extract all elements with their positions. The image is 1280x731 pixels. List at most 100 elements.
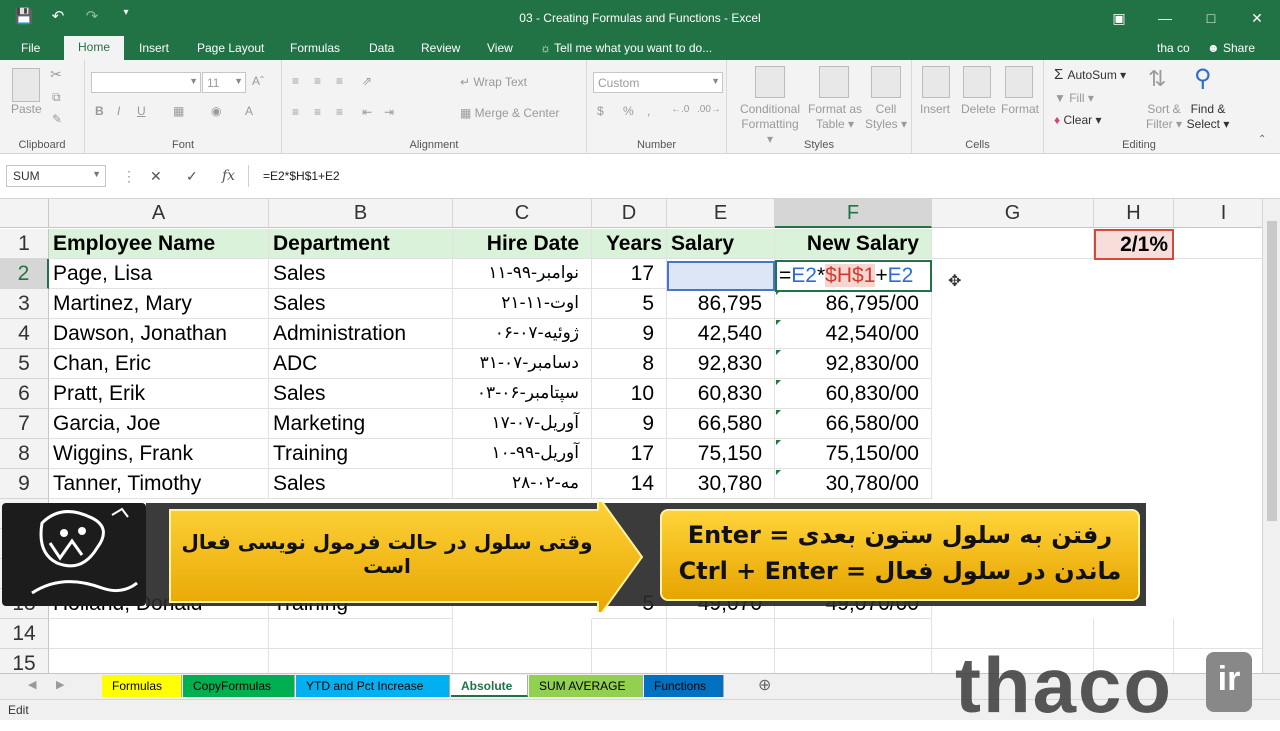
cell-d15[interactable] <box>592 649 667 673</box>
cell-c6[interactable]: ۰۳-سپتامبر-۰۶ <box>453 379 592 409</box>
cell-i1[interactable] <box>1174 229 1262 259</box>
cell-d4[interactable]: 9 <box>592 319 667 349</box>
cell-b4[interactable]: Administration <box>269 319 453 349</box>
sheet-tab-absolute[interactable]: Absolute <box>451 675 528 697</box>
percent-icon[interactable]: % <box>623 104 634 118</box>
format-button[interactable]: Format <box>1001 102 1039 116</box>
orientation-icon[interactable]: ⇗ <box>362 74 372 88</box>
cell-a15[interactable] <box>49 649 269 673</box>
enter-check-icon[interactable]: ✓ <box>186 168 198 185</box>
sort-filter-button[interactable]: Sort & Filter ▾ <box>1144 102 1184 132</box>
cell-d5[interactable]: 8 <box>592 349 667 379</box>
cell-e9[interactable]: 30,780 <box>667 469 775 499</box>
tab-formulas[interactable]: Formulas <box>290 41 340 55</box>
cell-f7[interactable]: 66,580/00 <box>775 409 932 439</box>
cell-f1[interactable]: New Salary <box>775 229 932 259</box>
wrap-text-button[interactable]: ↵ Wrap Text <box>460 75 527 89</box>
column-header-a[interactable]: A <box>49 199 269 228</box>
cell-e3[interactable]: 86,795 <box>667 289 775 319</box>
cell-a14[interactable] <box>49 619 269 649</box>
new-sheet-button[interactable]: ⊕ <box>758 675 771 695</box>
cell-c3[interactable]: ۲۱-اوت-۱۱ <box>453 289 592 319</box>
paste-icon[interactable] <box>12 68 40 102</box>
cell-b9[interactable]: Sales <box>269 469 453 499</box>
cell-d14[interactable] <box>592 619 667 649</box>
align-bottom-icon[interactable]: ≡ <box>336 74 343 88</box>
column-header-h[interactable]: H <box>1094 199 1174 228</box>
close-button[interactable]: ✕ <box>1234 0 1280 36</box>
cell-d6[interactable]: 10 <box>592 379 667 409</box>
cell-c5[interactable]: ۳۱-دسامبر-۰۷ <box>453 349 592 379</box>
cell-d2[interactable]: 17 <box>592 259 667 289</box>
cell-e6[interactable]: 60,830 <box>667 379 775 409</box>
align-middle-icon[interactable]: ≡ <box>314 74 321 88</box>
cell-c9[interactable]: ۲۸-مه-۰۲ <box>453 469 592 499</box>
bold-icon[interactable]: B <box>95 104 104 118</box>
insert-function-icon[interactable]: fx <box>222 168 235 184</box>
name-box[interactable]: SUM ▼ <box>6 165 106 187</box>
row-header-4[interactable]: 4 <box>0 319 49 349</box>
column-header-d[interactable]: D <box>592 199 667 228</box>
collapse-ribbon-icon[interactable]: ⌃ <box>1258 134 1266 145</box>
cell-f5[interactable]: 92,830/00 <box>775 349 932 379</box>
font-name-combo[interactable]: ▼ <box>91 72 201 93</box>
sheet-tab-functions[interactable]: Functions <box>644 675 724 697</box>
cell-b5[interactable]: ADC <box>269 349 453 379</box>
tab-page-layout[interactable]: Page Layout <box>197 41 264 55</box>
ribbon-display-icon[interactable]: ▣ <box>1096 0 1142 36</box>
cell-a4[interactable]: Dawson, Jonathan <box>49 319 269 349</box>
align-top-icon[interactable]: ≡ <box>292 74 299 88</box>
row-header-2[interactable]: 2 <box>0 259 49 289</box>
column-header-b[interactable]: B <box>269 199 453 228</box>
cell-c15[interactable] <box>453 649 592 673</box>
row-header-3[interactable]: 3 <box>0 289 49 319</box>
cell-c8[interactable]: ۱۰-آوریل-۹۹ <box>453 439 592 469</box>
format-painter-icon[interactable]: ✎ <box>52 112 62 126</box>
cell-b3[interactable]: Sales <box>269 289 453 319</box>
underline-icon[interactable]: U <box>137 104 146 118</box>
cell-b7[interactable]: Marketing <box>269 409 453 439</box>
cell-styles-button[interactable]: Cell Styles ▾ <box>863 102 909 132</box>
format-as-table-button[interactable]: Format as Table ▾ <box>807 102 863 132</box>
row-header-15[interactable]: 15 <box>0 649 49 673</box>
sheet-tab-sum-average[interactable]: SUM AVERAGE <box>529 675 643 697</box>
cell-e8[interactable]: 75,150 <box>667 439 775 469</box>
sheet-tab-copyformulas[interactable]: CopyFormulas <box>183 675 295 697</box>
align-left-icon[interactable]: ≡ <box>292 105 299 119</box>
prev-sheet-icon[interactable]: ◀ <box>28 678 36 691</box>
row-header-7[interactable]: 7 <box>0 409 49 439</box>
row-header-8[interactable]: 8 <box>0 439 49 469</box>
tab-view[interactable]: View <box>487 41 513 55</box>
cell-e5[interactable]: 92,830 <box>667 349 775 379</box>
cell-f14[interactable] <box>775 619 932 649</box>
cell-d8[interactable]: 17 <box>592 439 667 469</box>
row-header-5[interactable]: 5 <box>0 349 49 379</box>
cell-f8[interactable]: 75,150/00 <box>775 439 932 469</box>
vertical-scrollbar[interactable] <box>1262 199 1280 673</box>
cell-c2[interactable]: ۱۱-نوامبر-۹۹ <box>453 259 592 289</box>
delete-button[interactable]: Delete <box>961 102 996 116</box>
scroll-thumb[interactable] <box>1267 221 1277 521</box>
cell-d1[interactable]: Years <box>592 229 667 259</box>
borders-icon[interactable]: ▦ <box>173 104 184 118</box>
column-header-f[interactable]: F <box>775 199 932 228</box>
italic-icon[interactable]: I <box>117 104 120 118</box>
cell-b6[interactable]: Sales <box>269 379 453 409</box>
share-button[interactable]: ☻ Share <box>1207 41 1255 55</box>
grow-font-icon[interactable]: Aˆ <box>252 74 264 88</box>
currency-icon[interactable]: $ <box>597 104 604 118</box>
comma-icon[interactable]: , <box>647 104 650 118</box>
cell-f2-editing[interactable]: =E2*$H$1+E2 <box>775 260 932 292</box>
cell-b14[interactable] <box>269 619 453 649</box>
cell-e14[interactable] <box>667 619 775 649</box>
cell-a1[interactable]: Employee Name <box>49 229 269 259</box>
decrease-decimal-icon[interactable]: .00→ <box>697 104 721 115</box>
column-header-i[interactable]: I <box>1174 199 1262 228</box>
cell-d3[interactable]: 5 <box>592 289 667 319</box>
cell-a7[interactable]: Garcia, Joe <box>49 409 269 439</box>
cell-d9[interactable]: 14 <box>592 469 667 499</box>
cell-e15[interactable] <box>667 649 775 673</box>
autosum-button[interactable]: Σ AutoSum ▾ <box>1054 66 1126 83</box>
copy-icon[interactable]: ⧉ <box>52 90 61 105</box>
cell-e1[interactable]: Salary <box>667 229 775 259</box>
